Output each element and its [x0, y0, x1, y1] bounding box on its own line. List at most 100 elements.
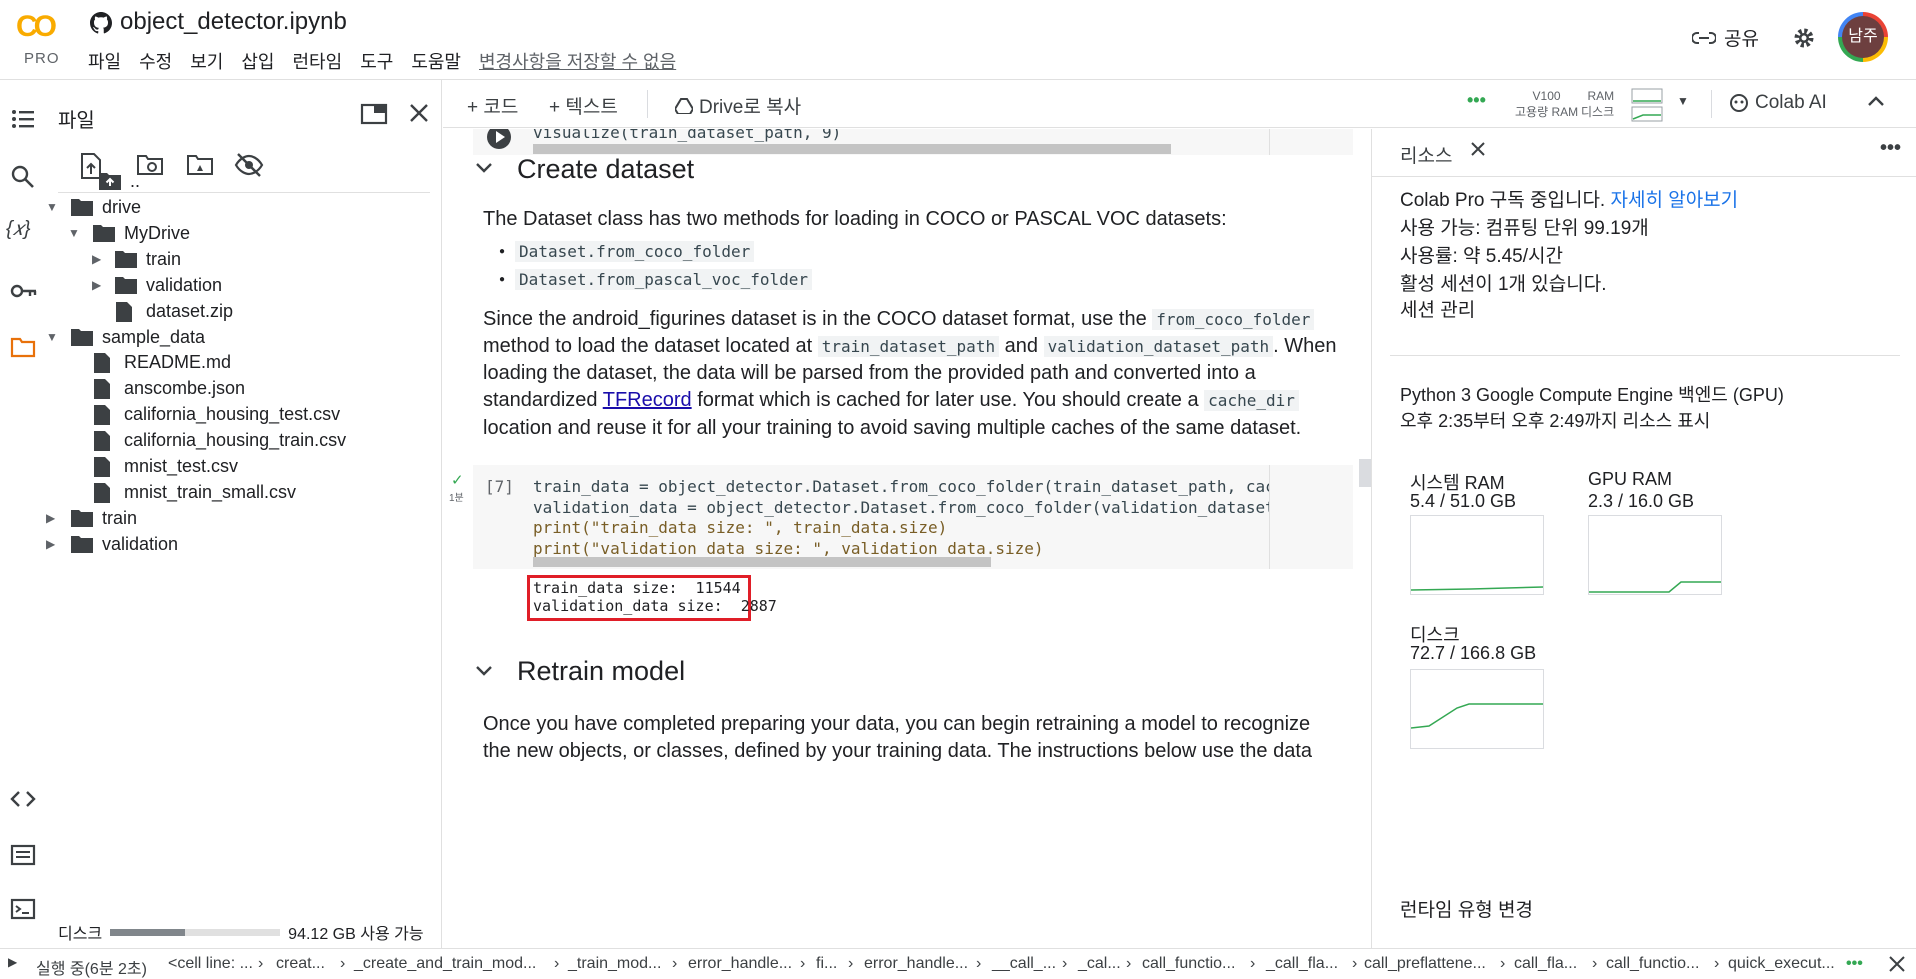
notebook-area[interactable]: visualize(train_dataset_path, 9) Create …: [443, 129, 1371, 948]
avatar[interactable]: 남주: [1838, 12, 1888, 62]
stack-sep: ›: [1352, 955, 1358, 972]
tree-label: MyDrive: [124, 222, 190, 243]
tfrecord-link[interactable]: TFRecord: [603, 389, 692, 411]
left-rail: {𝑥}: [0, 80, 46, 948]
runtime-dropdown-icon[interactable]: ▼: [1677, 94, 1689, 108]
runtime-info[interactable]: V100 고용량 RAM: [1515, 88, 1578, 120]
notebook-scrollbar-thumb[interactable]: [1359, 459, 1371, 487]
share-button[interactable]: 공유: [1692, 24, 1759, 51]
p2-code-2: train_dataset_path: [817, 336, 1000, 357]
paragraph-1: The Dataset class has two methods for lo…: [483, 208, 1227, 230]
menu-edit[interactable]: 수정: [139, 48, 172, 74]
stack-frame[interactable]: <cell line: ...: [168, 955, 253, 973]
close-tab-icon[interactable]: [1470, 141, 1486, 162]
disk-value: 72.7 / 166.8 GB: [1410, 643, 1537, 663]
file-icon: [92, 456, 116, 477]
stack-frame[interactable]: quick_execut...: [1728, 955, 1835, 973]
stack-frame[interactable]: error_handle...: [688, 955, 792, 973]
resources-panel: 리소스 ••• Colab Pro 구독 중입니다. 자세히 알아보기 사용 가…: [1371, 129, 1916, 948]
menu-bar: 파일 수정 보기 삽입 런타임 도구 도움말 변경사항을 저장할 수 없음: [88, 48, 694, 74]
system-ram-value: 5.4 / 51.0 GB: [1410, 491, 1517, 511]
add-code-button[interactable]: + 코드: [467, 92, 518, 119]
code-horizontal-scrollbar[interactable]: [533, 557, 991, 567]
search-icon[interactable]: [10, 164, 36, 190]
collapse-section-icon[interactable]: [475, 161, 493, 180]
stack-frame[interactable]: error_handle...: [864, 955, 968, 973]
tree-item-validation-root[interactable]: ▶ validation: [46, 529, 178, 559]
running-indicator-icon: •••: [1846, 955, 1863, 972]
settings-gear-icon[interactable]: [1792, 26, 1816, 55]
file-icon: [92, 352, 116, 373]
caret-right-icon[interactable]: ▶: [46, 511, 62, 525]
more-options-icon[interactable]: •••: [1880, 137, 1901, 160]
menu-file[interactable]: 파일: [88, 48, 121, 74]
caret-down-icon[interactable]: ▼: [68, 226, 84, 240]
caret-right-icon[interactable]: ▶: [92, 278, 108, 292]
toolbar-divider-2: [1711, 90, 1712, 118]
menu-view[interactable]: 보기: [190, 48, 223, 74]
stack-frame[interactable]: call_fla...: [1514, 955, 1577, 973]
stack-sep: ›: [1250, 955, 1256, 972]
open-in-tab-icon[interactable]: [360, 102, 388, 131]
colab-ai-button[interactable]: Colab AI: [1729, 92, 1827, 114]
caret-right-icon[interactable]: ▶: [46, 537, 62, 551]
section-heading-retrain-model: Retrain model: [517, 656, 686, 686]
manage-sessions-link[interactable]: 세션 관리: [1400, 295, 1475, 322]
stack-frame[interactable]: call_functio...: [1142, 955, 1235, 973]
code-snippets-icon[interactable]: [10, 786, 36, 812]
stack-frame[interactable]: _call_fla...: [1266, 955, 1338, 973]
hide-files-icon[interactable]: [234, 152, 264, 183]
file-icon: [92, 378, 116, 399]
system-ram-graph: [1410, 515, 1544, 595]
stack-frame[interactable]: fi...: [816, 955, 837, 973]
caret-right-icon[interactable]: ▶: [92, 252, 108, 266]
stack-frame[interactable]: creat...: [276, 955, 325, 973]
connected-status-icon: •••: [1467, 90, 1486, 110]
run-cell-icon[interactable]: [487, 129, 511, 149]
caret-down-icon[interactable]: ▼: [46, 330, 62, 344]
tree-label: mnist_train_small.csv: [124, 481, 297, 502]
terminal-icon[interactable]: [10, 896, 36, 922]
stack-sep: ›: [1126, 955, 1132, 972]
horizontal-scrollbar[interactable]: [533, 144, 1171, 154]
menu-insert[interactable]: 삽입: [241, 48, 274, 74]
unsaved-notice[interactable]: 변경사항을 저장할 수 없음: [479, 48, 676, 74]
stack-sep: ›: [1714, 955, 1720, 972]
menu-help[interactable]: 도움말: [411, 48, 461, 74]
close-icon[interactable]: [408, 102, 430, 129]
p2-text-c: . When: [1273, 335, 1337, 357]
key-icon[interactable]: [10, 278, 37, 304]
stack-sep: ›: [976, 955, 982, 972]
mount-drive-icon[interactable]: [186, 152, 214, 183]
colab-logo[interactable]: CO PRO: [14, 8, 68, 68]
add-text-button[interactable]: + 텍스트: [549, 92, 618, 119]
refresh-folder-icon[interactable]: [136, 152, 164, 183]
command-palette-icon[interactable]: [10, 842, 36, 868]
stack-frame[interactable]: call_preflattene...: [1364, 955, 1486, 973]
stack-frame[interactable]: __call_...: [992, 955, 1056, 973]
variables-icon[interactable]: {𝑥}: [6, 218, 40, 244]
collapse-section-icon[interactable]: [475, 664, 493, 683]
menu-runtime[interactable]: 런타임: [293, 48, 343, 74]
folder-icon[interactable]: [10, 334, 36, 360]
close-status-icon[interactable]: [1888, 955, 1906, 978]
learn-more-link[interactable]: 자세히 알아보기: [1611, 190, 1739, 211]
stack-frame[interactable]: _create_and_train_mod...: [354, 955, 536, 973]
backend-info: Python 3 Google Compute Engine 백엔드 (GPU): [1400, 385, 1784, 405]
time-range: 오후 2:35부터 오후 2:49까지 리소스 표시: [1400, 411, 1711, 431]
code-line-1: train_data = object_detector.Dataset.fro…: [533, 477, 1269, 496]
folder-icon: [70, 327, 94, 347]
caret-down-icon[interactable]: ▼: [46, 200, 62, 214]
expand-status-icon[interactable]: ▶: [8, 955, 17, 969]
change-runtime-type-link[interactable]: 런타임 유형 변경: [1400, 895, 1533, 922]
toc-icon[interactable]: [10, 106, 36, 132]
stack-frame[interactable]: _cal...: [1078, 955, 1121, 973]
stack-frame[interactable]: call_functio...: [1606, 955, 1699, 973]
stack-frame[interactable]: _train_mod...: [568, 955, 661, 973]
menu-tools[interactable]: 도구: [360, 48, 393, 74]
code-editor[interactable]: train_data = object_detector.Dataset.fro…: [529, 465, 1269, 569]
copy-to-drive-button[interactable]: Drive로 복사: [675, 92, 801, 119]
code-line-4: print("validation_data size: ", validati…: [533, 539, 1044, 558]
collapse-header-icon[interactable]: [1867, 92, 1885, 114]
tab-resources[interactable]: 리소스: [1400, 141, 1452, 168]
